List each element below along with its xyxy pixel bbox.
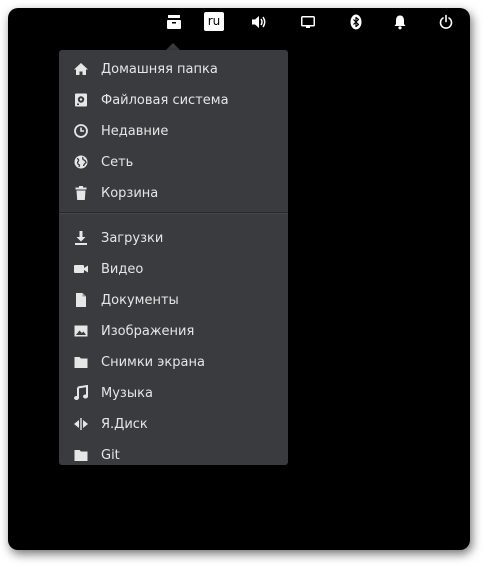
- menu-item-recent[interactable]: Недавние: [59, 116, 288, 147]
- menu-item-label: Корзина: [101, 186, 159, 201]
- document-icon: [73, 292, 89, 308]
- menu-separator: [59, 212, 288, 214]
- menu-item-label: Файловая система: [101, 93, 229, 108]
- menu-item-filesystem[interactable]: Файловая система: [59, 85, 288, 116]
- trash-icon: [73, 185, 89, 201]
- display-icon[interactable]: [298, 8, 318, 36]
- download-icon: [73, 230, 89, 246]
- yadisk-icon: [73, 416, 89, 432]
- menu-item-pictures[interactable]: Изображения: [59, 316, 288, 347]
- globe-icon: [73, 154, 89, 170]
- bluetooth-icon[interactable]: [346, 8, 366, 36]
- menu-item-screenshots[interactable]: Снимки экрана: [59, 347, 288, 378]
- keyboard-layout-indicator[interactable]: ru: [204, 12, 224, 31]
- music-icon: [73, 385, 89, 401]
- power-icon[interactable]: [436, 8, 456, 36]
- menu-item-label: Видео: [101, 262, 144, 277]
- menu-item-git[interactable]: Git: [59, 440, 288, 471]
- menu-item-music[interactable]: Музыка: [59, 378, 288, 409]
- menu-item-label: Сеть: [101, 155, 134, 170]
- menu-item-video[interactable]: Видео: [59, 254, 288, 285]
- volume-icon[interactable]: [248, 8, 270, 36]
- home-icon: [73, 61, 89, 77]
- menu-item-yadisk[interactable]: Я.Диск: [59, 409, 288, 440]
- menu-item-label: Документы: [101, 293, 179, 308]
- menu-item-home[interactable]: Домашняя папка: [59, 54, 288, 85]
- clock-icon: [73, 123, 89, 139]
- menu-item-label: Я.Диск: [101, 417, 148, 432]
- menu-item-label: Загрузки: [101, 231, 164, 246]
- menu-item-network[interactable]: Сеть: [59, 147, 288, 178]
- places-menu: Домашняя папка Файловая система Недавние…: [59, 50, 288, 465]
- image-icon: [73, 323, 89, 339]
- menu-item-label: Недавние: [101, 124, 169, 139]
- menu-pointer-arrow: [166, 43, 180, 50]
- desktop-screen: ru Домашняя папка Файловая система Недав…: [8, 8, 470, 550]
- folder-icon: [73, 447, 89, 463]
- menu-item-trash[interactable]: Корзина: [59, 178, 288, 209]
- menu-item-downloads[interactable]: Загрузки: [59, 223, 288, 254]
- drive-icon: [73, 92, 89, 108]
- video-icon: [73, 261, 89, 277]
- menu-item-label: Музыка: [101, 386, 153, 401]
- notifications-icon[interactable]: [390, 8, 410, 36]
- files-icon[interactable]: [164, 8, 184, 36]
- menu-item-label: Снимки экрана: [101, 355, 205, 370]
- menu-item-label: Git: [101, 448, 120, 463]
- menu-item-label: Изображения: [101, 324, 195, 339]
- menu-item-label: Домашняя папка: [101, 62, 218, 77]
- folder-icon: [73, 354, 89, 370]
- menu-item-documents[interactable]: Документы: [59, 285, 288, 316]
